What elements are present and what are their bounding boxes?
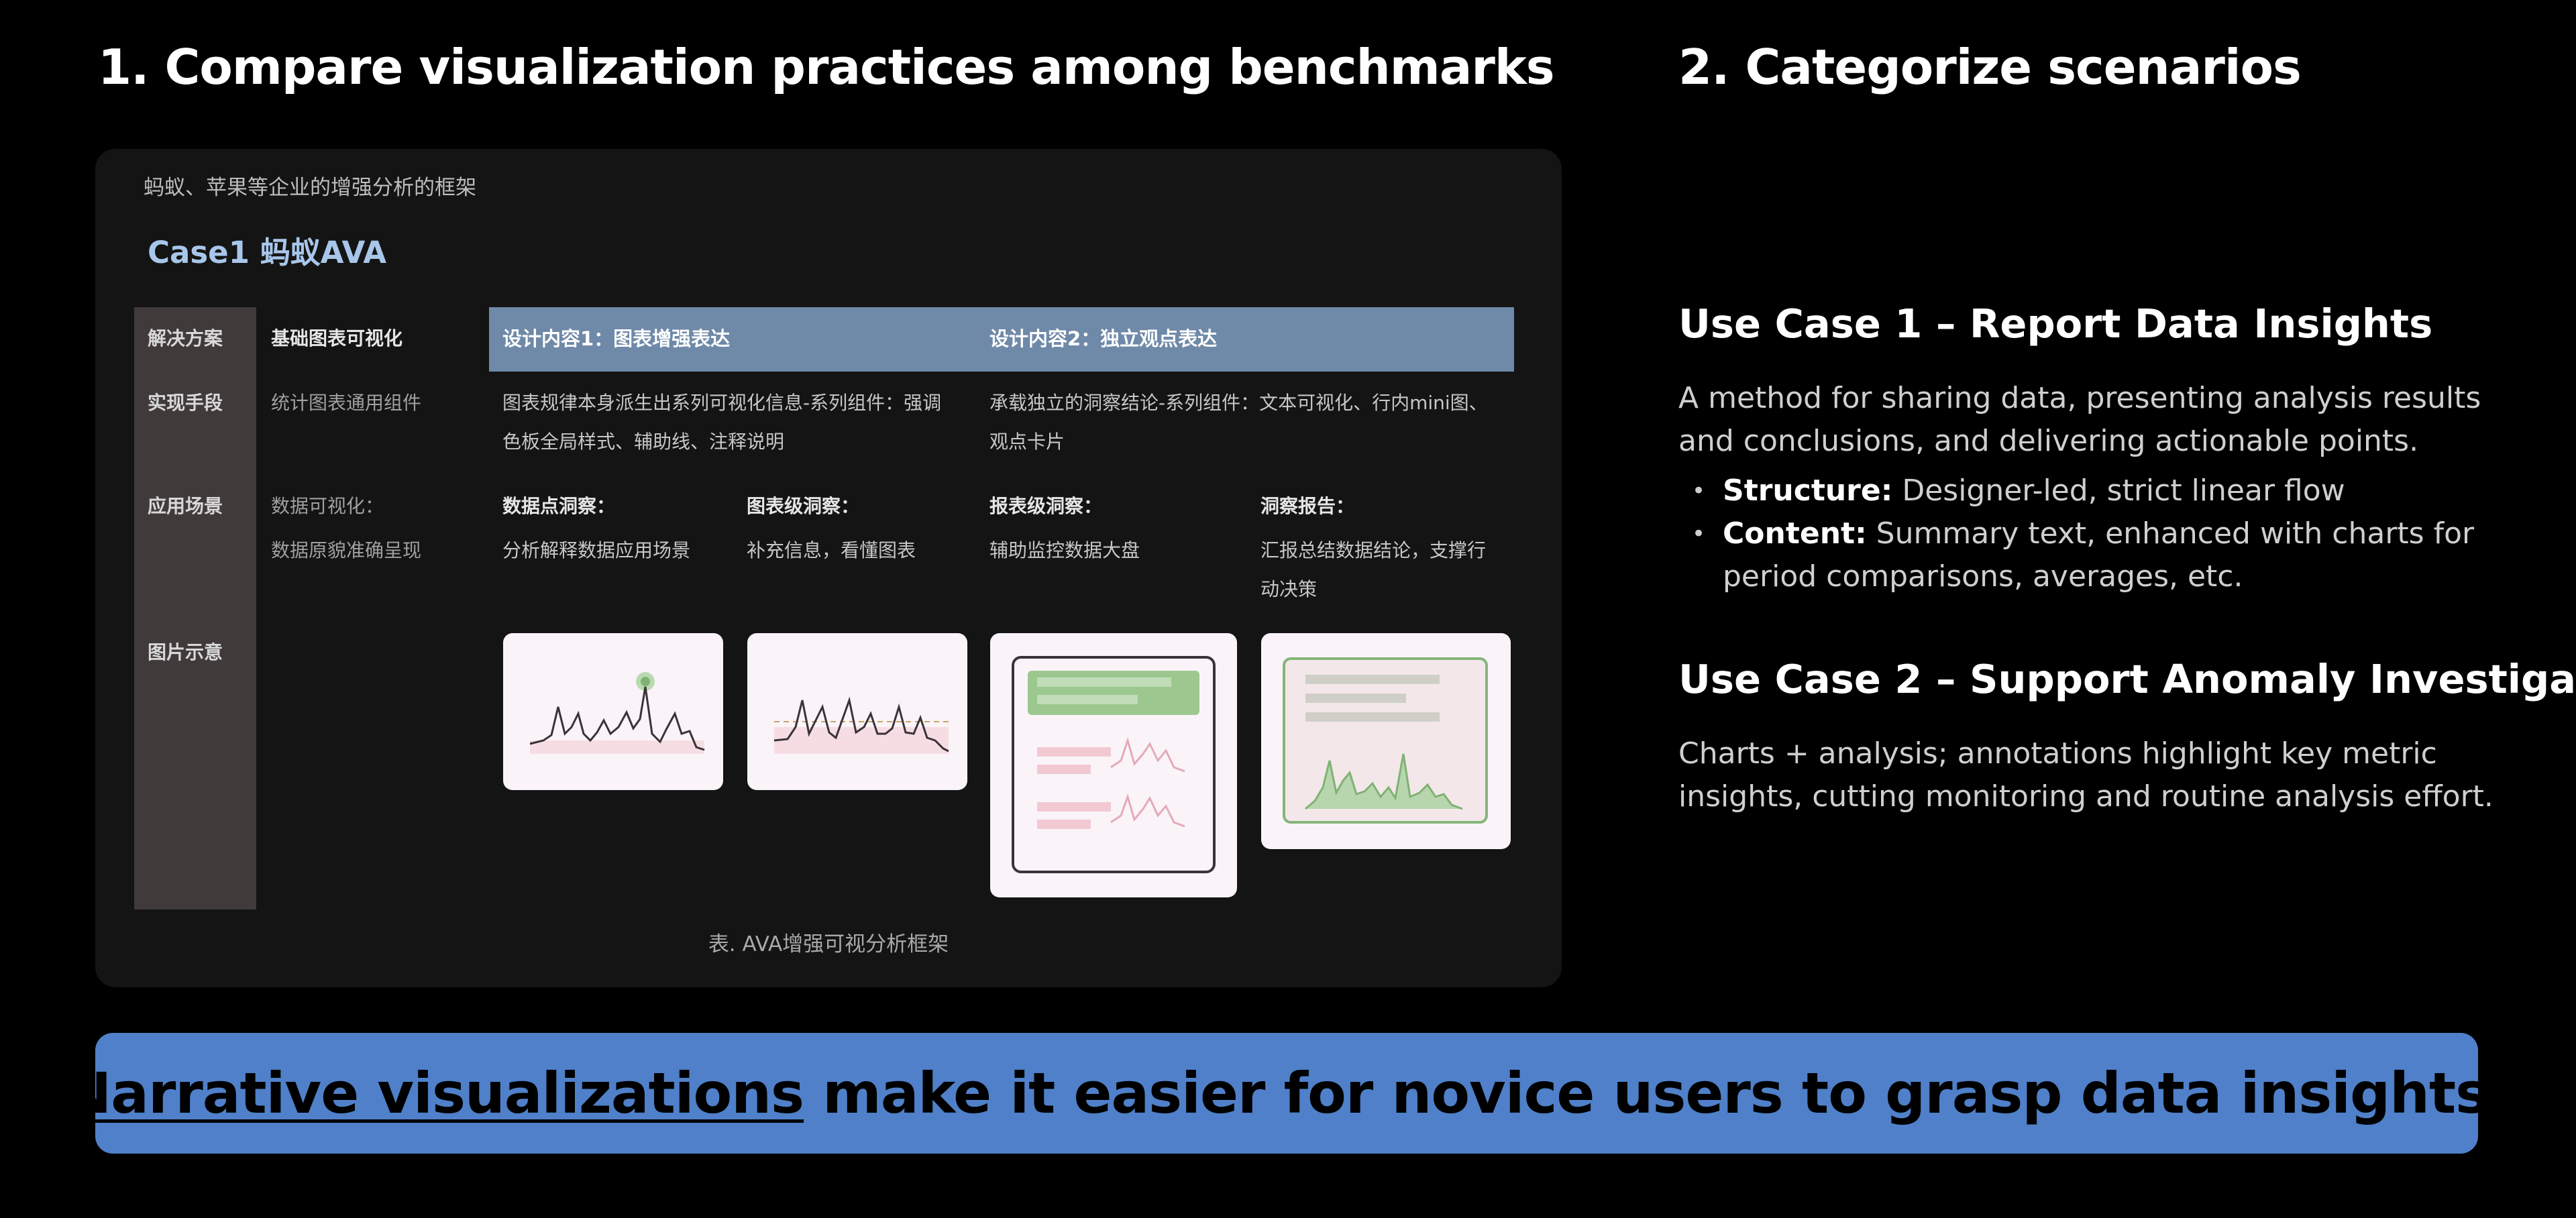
bullet-text: Designer-led, strict linear flow bbox=[1892, 474, 2345, 508]
cell-scenario-c1-title: 数据点洞察： bbox=[502, 495, 616, 517]
row-label-scenario: 应用场景 bbox=[148, 495, 223, 517]
dashboard-report-icon bbox=[990, 633, 1237, 897]
use-case-1-title: Use Case 1 – Report Data Insights bbox=[1678, 300, 2433, 347]
cell-scenario-c4-title: 洞察报告： bbox=[1260, 495, 1355, 517]
cell-scenario-c1-desc: 分析解释数据应用场景 bbox=[502, 539, 691, 561]
bullet-icon: • bbox=[1692, 520, 1706, 547]
cell-scenario-c4-desc-line2: 动决策 bbox=[1260, 578, 1318, 600]
cell-scenario-c3-desc: 辅助监控数据大盘 bbox=[989, 539, 1140, 561]
table-caption: 表. AVA增强可视分析框架 bbox=[708, 932, 949, 956]
cell-means-base: 统计图表通用组件 bbox=[271, 392, 422, 414]
bullet-icon: • bbox=[1692, 478, 1706, 504]
cell-scenario-base-line2: 数据原貌准确呈现 bbox=[271, 539, 422, 561]
cell-design-content-1: 设计内容1：图表增强表达 bbox=[502, 327, 731, 350]
use-case-2-title: Use Case 2 – Support Anomaly Investigati… bbox=[1678, 656, 2576, 702]
bullet-label: Structure: bbox=[1723, 474, 1893, 508]
use-case-1-description: A method for sharing data, presenting an… bbox=[1678, 381, 2481, 458]
cell-scenario-c3-title: 报表级洞察： bbox=[989, 495, 1103, 517]
cell-means-design2-line1: 承载独立的洞察结论-系列组件：文本可视化、行内mini图、 bbox=[989, 392, 1488, 414]
takeaway-rest: make it easier for novice users to grasp… bbox=[804, 1060, 2510, 1126]
line-chart-reference-line-icon bbox=[747, 633, 967, 790]
cell-scenario-c2-title: 图表级洞察： bbox=[747, 495, 860, 517]
row-label-solution: 解决方案 bbox=[148, 327, 223, 349]
card-subtitle: 蚂蚁、苹果等企业的增强分析的框架 bbox=[144, 176, 476, 200]
cell-means-design1-line1: 图表规律本身派生出系列可视化信息-系列组件：强调 bbox=[502, 392, 942, 414]
cell-scenario-c2-desc: 补充信息，看懂图表 bbox=[747, 539, 916, 561]
list-item: • Content: Summary text, enhanced with ch… bbox=[1678, 512, 2544, 598]
section-heading-compare: 1. Compare visualization practices among… bbox=[98, 39, 1555, 95]
takeaway-underlined: Narrative visualizations bbox=[64, 1060, 804, 1126]
list-item: • Structure: Designer-led, strict linear … bbox=[1678, 469, 2544, 512]
section-heading-categorize: 2. Categorize scenarios bbox=[1678, 39, 2302, 95]
insight-report-card-icon bbox=[1261, 633, 1511, 849]
row-label-means: 实现手段 bbox=[148, 392, 223, 414]
cell-means-design1-line2: 色板全局样式、辅助线、注释说明 bbox=[502, 431, 785, 453]
line-chart-point-highlight-icon bbox=[503, 633, 723, 790]
slide: 1. Compare visualization practices among… bbox=[0, 0, 2576, 1218]
bullet-label: Content: bbox=[1723, 516, 1867, 551]
takeaway-text: Narrative visualizations make it easier … bbox=[64, 1060, 2510, 1126]
cell-design-content-2: 设计内容2：独立观点表达 bbox=[989, 327, 1218, 350]
use-case-2-description: Charts + analysis; annotations highlight… bbox=[1678, 736, 2493, 814]
cell-means-design2-line2: 观点卡片 bbox=[989, 431, 1065, 453]
cell-scenario-base-line1: 数据可视化： bbox=[271, 495, 384, 517]
cell-base-visualization: 基础图表可视化 bbox=[271, 327, 403, 349]
card-case-title: Case1 蚂蚁AVA bbox=[148, 235, 387, 270]
takeaway-banner: Narrative visualizations make it easier … bbox=[64, 1033, 2510, 1154]
cell-scenario-c4-desc-line1: 汇报总结数据结论，支撑行 bbox=[1260, 539, 1487, 561]
use-case-1-bullets: • Structure: Designer-led, strict linear … bbox=[1678, 469, 2544, 598]
row-label-illustration: 图片示意 bbox=[148, 641, 223, 663]
framework-card: 蚂蚁、苹果等企业的增强分析的框架 Case1 蚂蚁AVA 解决方案 基础图表可视… bbox=[95, 149, 1562, 987]
